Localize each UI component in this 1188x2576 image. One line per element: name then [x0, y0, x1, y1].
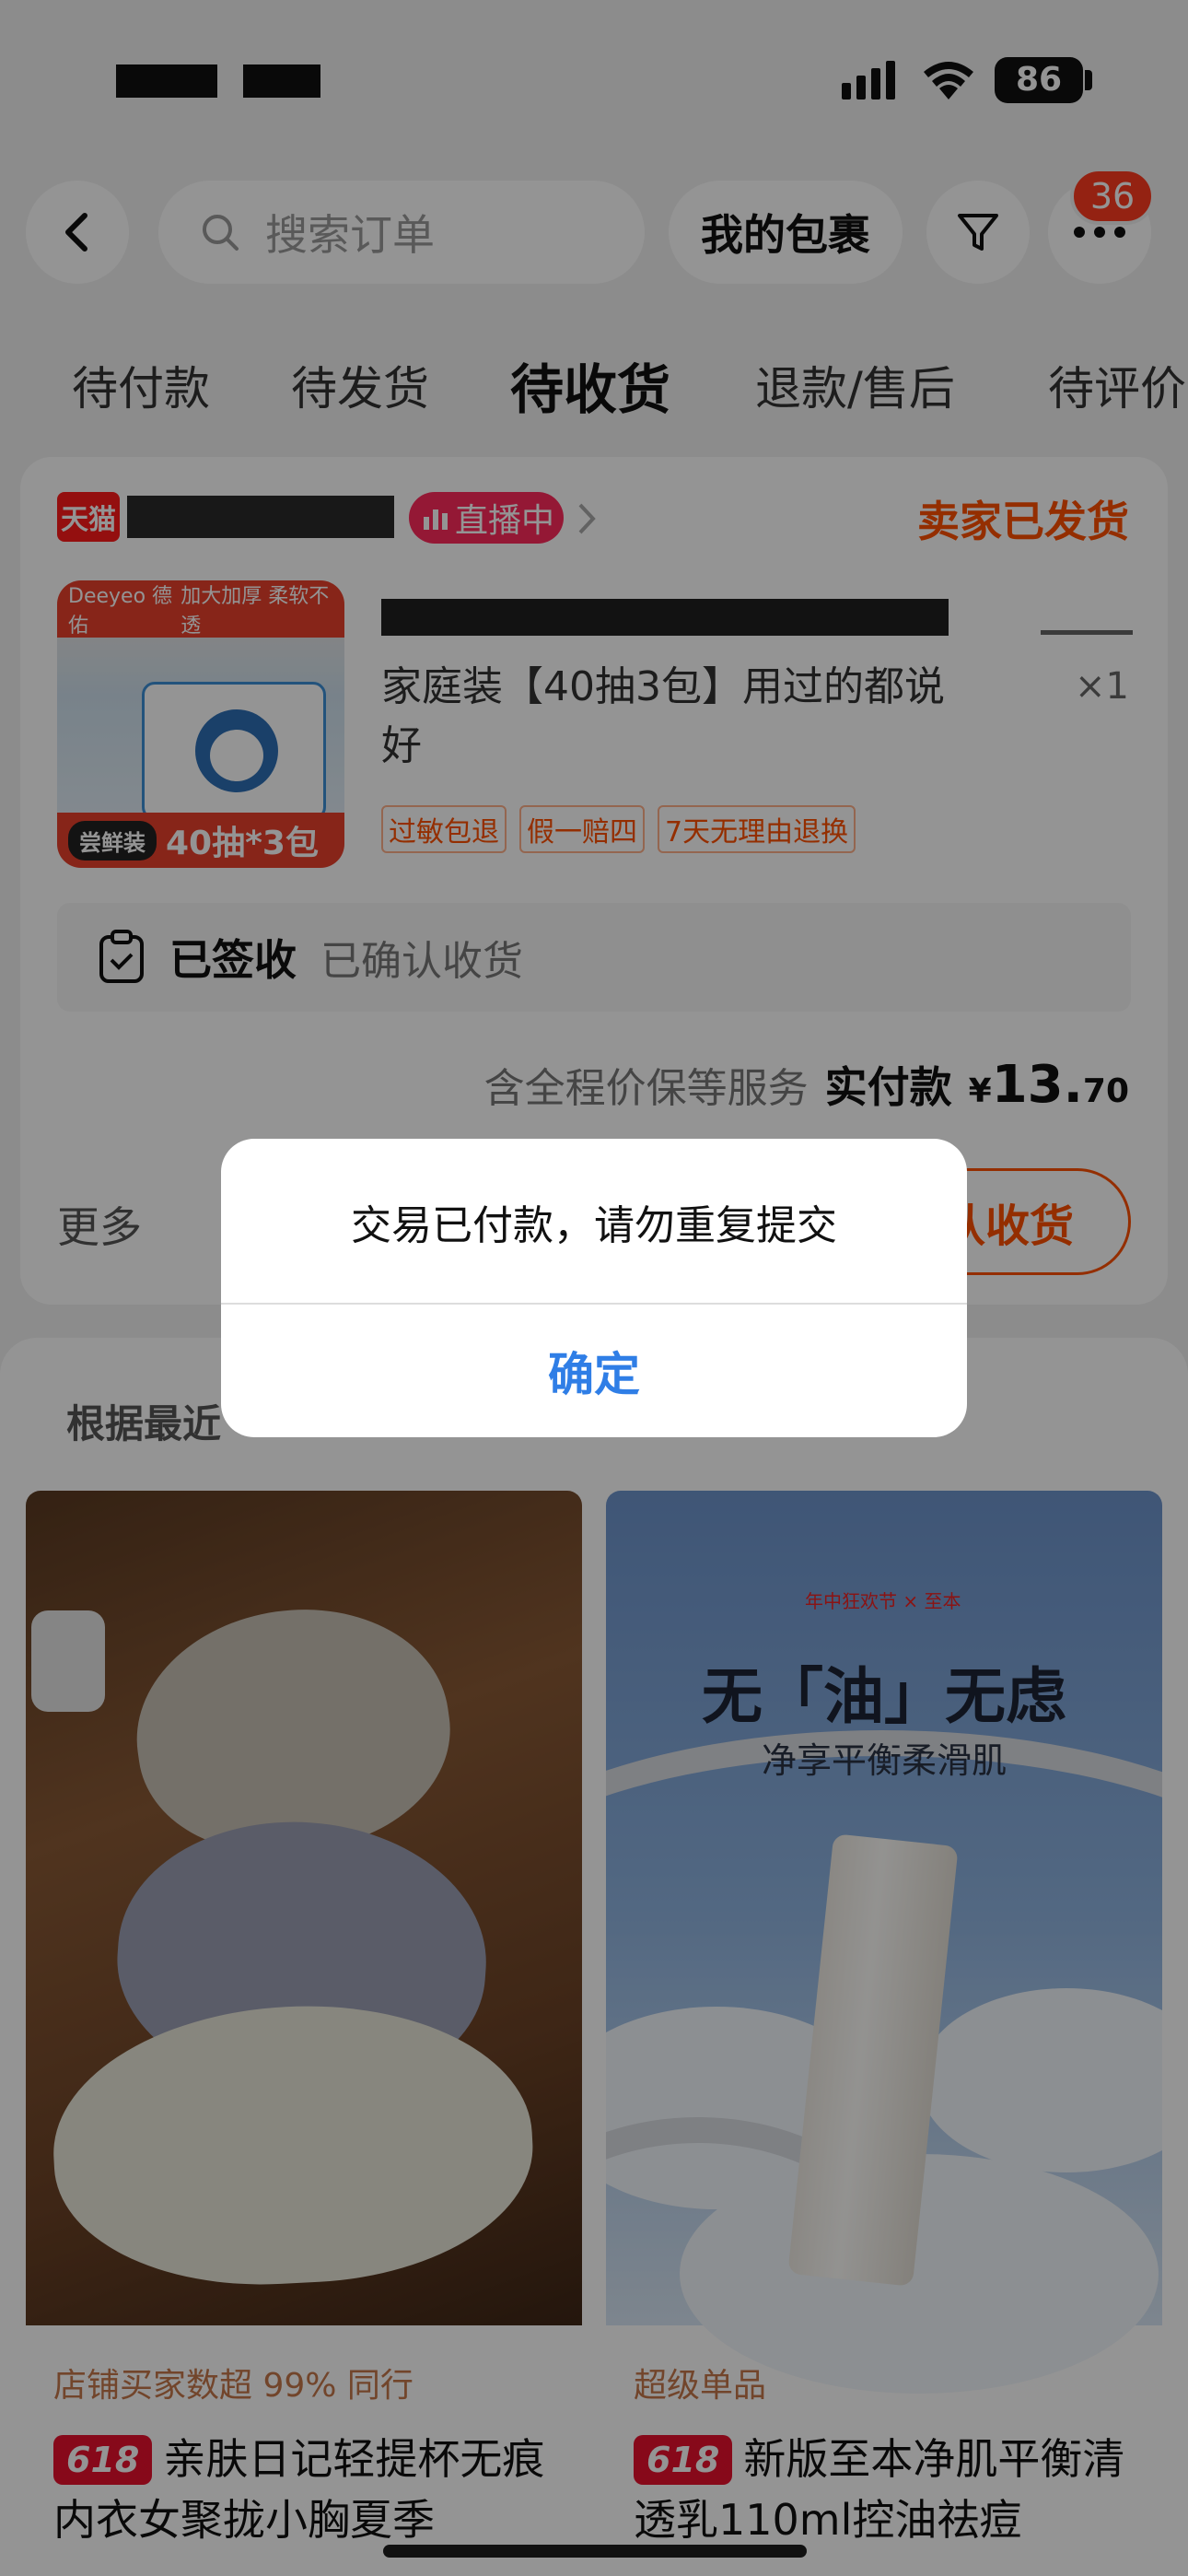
alert-message: 交易已付款，请勿重复提交 [351, 1202, 837, 1249]
home-indicator[interactable] [383, 2545, 807, 2558]
alert-dialog: 交易已付款，请勿重复提交 确定 [221, 1139, 967, 1437]
alert-ok-button[interactable]: 确定 [221, 1305, 967, 1437]
